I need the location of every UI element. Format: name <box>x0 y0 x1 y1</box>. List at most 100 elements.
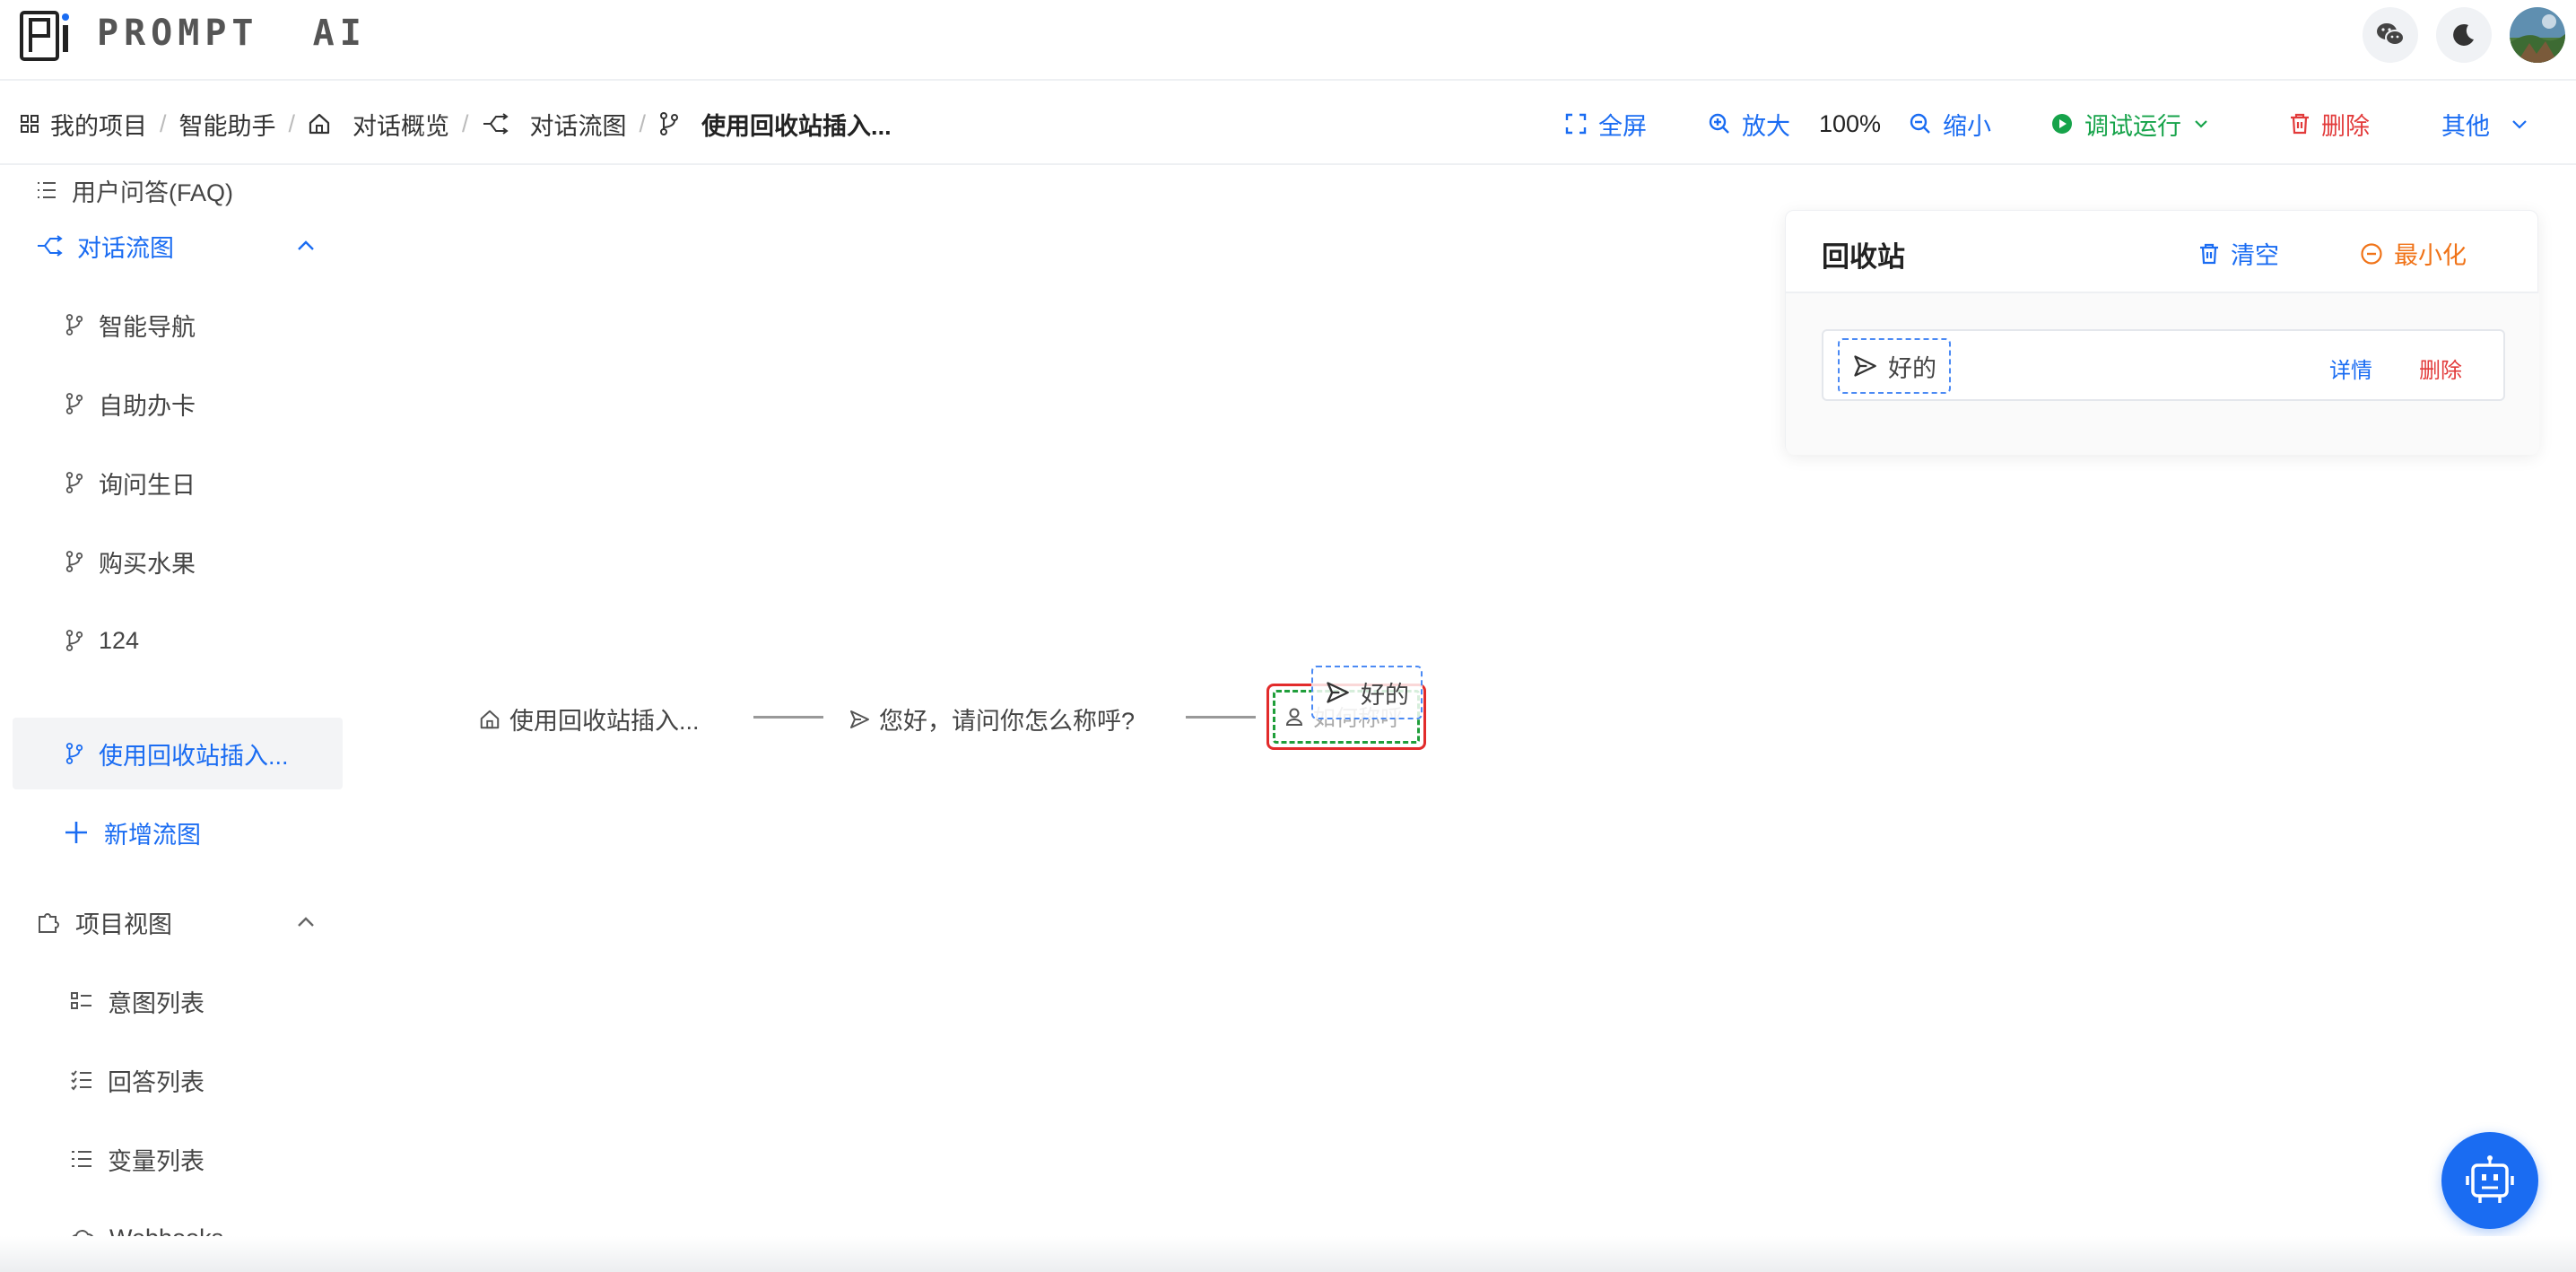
bot-message-node[interactable]: 您好，请问你怎么称呼? <box>849 701 1135 736</box>
toolbar: 我的项目 / 智能助手 / 对话概览 / 对话流图 / 使用回收站插入... 全… <box>0 83 2576 165</box>
zoom-in-button[interactable]: 放大 <box>1708 83 1790 165</box>
avatar[interactable] <box>2510 7 2565 63</box>
flow-icon <box>38 235 63 257</box>
sidebar-item-flow[interactable]: 自助办卡 <box>13 368 343 440</box>
recycle-bin-body: 好的 详情 删除 <box>1786 293 2539 455</box>
assistant-robot-button[interactable] <box>2441 1132 2538 1229</box>
more-menu-button[interactable]: 其他 <box>2441 83 2529 165</box>
flow-start-label: 使用回收站插入... <box>509 708 700 735</box>
chevron-down-icon <box>2512 120 2527 129</box>
bot-message-label: 您好，请问你怎么称呼? <box>879 708 1136 735</box>
send-icon <box>1327 682 1349 703</box>
recycle-bin-title: 回收站 <box>1822 241 1905 273</box>
sidebar-item-flow[interactable]: 124 <box>13 605 343 676</box>
recycle-bin-item-label: 好的 <box>1888 354 1936 382</box>
sidebar-item-faq[interactable]: 用户问答(FAQ) <box>13 167 343 213</box>
zoom-out-label: 缩小 <box>1943 112 1991 140</box>
bottom-shadow <box>0 1236 2576 1272</box>
app-header: PROMPT AI <box>0 0 2576 81</box>
sidebar: 用户问答(FAQ) 对话流图 智能导航 自助办卡 询问生日 购买水果 124 使… <box>0 167 352 1272</box>
sidebar-item-label: 意图列表 <box>108 989 205 1017</box>
grid-icon <box>21 115 39 133</box>
branch-icon <box>65 630 83 651</box>
header-actions <box>2363 7 2565 63</box>
sidebar-item-label: 变量列表 <box>108 1147 205 1175</box>
trash-icon <box>2200 243 2218 264</box>
sidebar-item-label: 购买水果 <box>99 550 196 578</box>
sidebar-item-label: 用户问答(FAQ) <box>72 179 233 206</box>
checklist-icon <box>71 1070 91 1091</box>
recycle-bin-delete-link[interactable]: 删除 <box>2419 353 2462 384</box>
play-icon <box>2052 114 2072 134</box>
flow-edge <box>753 716 823 719</box>
breadcrumb-projects[interactable]: 我的项目 <box>50 107 147 142</box>
recycle-bin-minimize-button[interactable]: 最小化 <box>2360 236 2467 271</box>
breadcrumb-separator: / <box>462 109 469 137</box>
fullscreen-label: 全屏 <box>1598 112 1647 140</box>
add-flow-button[interactable]: 新增流图 <box>13 797 343 868</box>
delete-flow-label: 删除 <box>2321 112 2370 140</box>
avatar-image <box>2510 7 2565 63</box>
sidebar-item-flow[interactable]: 购买水果 <box>13 526 343 597</box>
sidebar-group-project[interactable]: 项目视图 <box>13 886 343 958</box>
recycle-bin-clear-button[interactable]: 清空 <box>2198 236 2279 271</box>
chevron-down-icon <box>2195 120 2207 128</box>
breadcrumb-flowchart[interactable]: 对话流图 <box>530 107 627 142</box>
home-icon <box>480 710 500 728</box>
add-flow-label: 新增流图 <box>104 821 201 849</box>
breadcrumb-separator: / <box>639 109 647 137</box>
fullscreen-button[interactable]: 全屏 <box>1564 83 1647 165</box>
sidebar-item-variables[interactable]: 变量列表 <box>13 1123 343 1195</box>
dragging-node-chip[interactable]: 好的 <box>1311 666 1423 719</box>
recycle-bin-clear-label: 清空 <box>2231 242 2279 269</box>
flow-edge <box>1186 716 1256 719</box>
zoom-level-text: 100% <box>1819 109 1882 137</box>
sidebar-group-flowchart[interactable]: 对话流图 <box>13 210 343 282</box>
sidebar-item-intents[interactable]: 意图列表 <box>13 965 343 1037</box>
chevron-up-icon <box>298 917 314 927</box>
sidebar-item-flow-active[interactable]: 使用回收站插入... <box>13 718 343 789</box>
recycle-bin-minimize-label: 最小化 <box>2394 242 2467 269</box>
recycle-bin-panel: 回收站 清空 最小化 好的 详情 删除 <box>1785 210 2539 455</box>
branch-icon <box>65 743 83 764</box>
recycle-bin-item: 好的 详情 删除 <box>1822 329 2505 401</box>
dragging-node-label: 好的 <box>1361 681 1409 709</box>
recycle-bin-detail-link[interactable]: 详情 <box>2329 353 2372 384</box>
zoom-out-button[interactable]: 缩小 <box>1909 83 1991 165</box>
zoom-level: 100% <box>1819 83 1881 165</box>
recycle-bin-header: 回收站 清空 最小化 <box>1786 211 2537 293</box>
sidebar-item-label: 询问生日 <box>99 471 196 499</box>
sidebar-item-flow[interactable]: 智能导航 <box>13 289 343 361</box>
breadcrumb-assistant[interactable]: 智能助手 <box>179 107 276 142</box>
branch-icon <box>660 112 679 135</box>
breadcrumb-overview[interactable]: 对话概览 <box>352 107 449 142</box>
recycle-bin-item-chip[interactable]: 好的 <box>1838 338 1951 394</box>
sidebar-group-label: 项目视图 <box>75 910 172 938</box>
zoom-in-label: 放大 <box>1742 112 1790 140</box>
brand-name: PROMPT AI <box>97 13 367 54</box>
debug-run-label: 调试运行 <box>2084 112 2181 140</box>
sidebar-item-label: 使用回收站插入... <box>99 742 289 770</box>
send-icon <box>850 710 869 728</box>
dark-mode-button[interactable] <box>2436 7 2492 63</box>
zoom-out-icon <box>1910 113 1930 134</box>
plus-icon <box>65 822 87 843</box>
zoom-in-icon <box>1709 113 1729 134</box>
list-icon <box>38 182 56 198</box>
user-icon <box>1285 708 1303 726</box>
sidebar-item-label: 智能导航 <box>99 313 196 341</box>
breadcrumb: 我的项目 / 智能助手 / 对话概览 / 对话流图 / 使用回收站插入... <box>20 83 892 165</box>
list-icon <box>72 1151 91 1167</box>
sidebar-group-label: 对话流图 <box>77 234 174 262</box>
trash-icon <box>2291 113 2309 135</box>
debug-run-button[interactable]: 调试运行 <box>2050 83 2210 165</box>
puzzle-icon <box>39 913 59 933</box>
logo-icon <box>20 11 69 61</box>
sidebar-item-flow[interactable]: 询问生日 <box>13 447 343 518</box>
fullscreen-icon <box>1565 113 1587 135</box>
delete-flow-button[interactable]: 删除 <box>2289 83 2370 165</box>
wechat-button[interactable] <box>2363 7 2418 63</box>
send-icon <box>1854 355 1876 377</box>
sidebar-item-answers[interactable]: 回答列表 <box>13 1044 343 1116</box>
flow-start-node[interactable]: 使用回收站插入... <box>479 701 700 736</box>
